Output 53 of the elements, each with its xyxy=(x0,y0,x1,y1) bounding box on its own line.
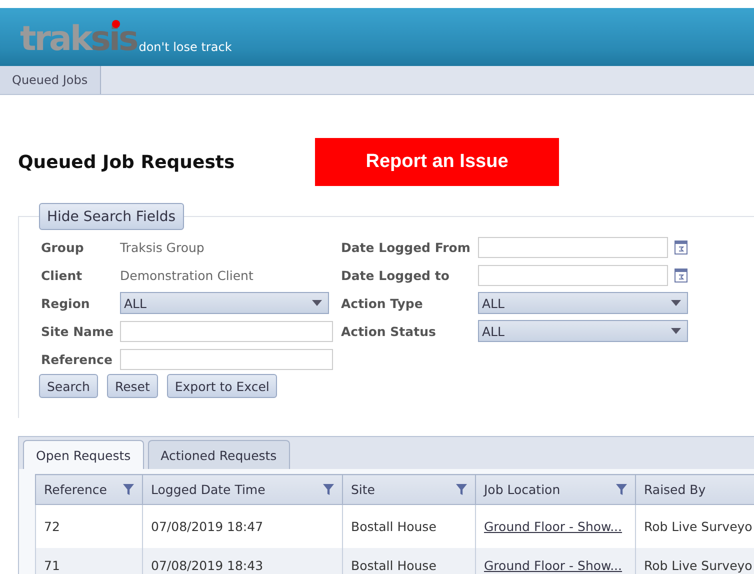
field-value: Traksis Group xyxy=(120,240,204,254)
table-cell: 07/08/2019 18:43 xyxy=(142,548,342,574)
calendar-icon[interactable] xyxy=(674,239,688,255)
field-value: Demonstration Client xyxy=(120,268,254,282)
column-header[interactable]: Logged Date Time xyxy=(142,474,342,504)
page-title: Queued Job Requests xyxy=(18,152,236,172)
column-header[interactable]: Job Location xyxy=(476,474,636,504)
toggle-button[interactable]: Hide Search Fields xyxy=(39,203,184,230)
dropdown[interactable]: ALL xyxy=(120,292,329,314)
input-field[interactable] xyxy=(120,348,333,370)
caret-icon xyxy=(671,328,681,334)
action-button[interactable]: Reset xyxy=(106,374,158,398)
table-cell: Bostall House xyxy=(342,548,476,574)
date-field[interactable] xyxy=(478,236,668,258)
table-cell: Rob Live Surveyo xyxy=(636,548,754,574)
input-field[interactable] xyxy=(120,320,333,342)
column-header[interactable]: Reference xyxy=(36,474,142,504)
location-link[interactable]: Ground Floor - Show... xyxy=(484,558,622,572)
caret-icon xyxy=(312,300,322,306)
action-button[interactable]: Search xyxy=(39,374,98,398)
location-link[interactable]: Ground Floor - Show... xyxy=(484,518,622,534)
action-button[interactable]: Export to Excel xyxy=(166,374,278,398)
logo: traksis xyxy=(20,22,137,56)
tagline: don't lose track xyxy=(138,40,232,54)
tab[interactable]: Actioned Requests xyxy=(148,440,290,469)
field-label: Action Status xyxy=(341,324,437,338)
field-label: Client xyxy=(41,268,84,282)
table-cell: 71 xyxy=(36,548,142,574)
date-field[interactable] xyxy=(478,264,668,286)
field-label: Group xyxy=(41,240,85,254)
table-cell: Rob Live Surveyo xyxy=(636,504,754,548)
filter-icon[interactable] xyxy=(123,484,134,495)
nav-tab[interactable]: Queued Jobs xyxy=(0,66,101,94)
field-label: Reference xyxy=(41,352,114,366)
tab[interactable]: Open Requests xyxy=(23,440,144,469)
dropdown[interactable]: ALL xyxy=(478,292,688,314)
table-cell: 07/08/2019 18:47 xyxy=(142,504,342,548)
report-button[interactable]: Report an Issue xyxy=(315,138,559,186)
table-cell: Bostall House xyxy=(342,504,476,548)
column-header[interactable]: Site xyxy=(342,474,476,504)
column-header[interactable]: Raised By xyxy=(636,474,754,504)
field-label: Action Type xyxy=(341,296,424,310)
filter-icon[interactable] xyxy=(616,484,627,495)
calendar-icon[interactable] xyxy=(674,267,688,283)
filter-icon[interactable] xyxy=(323,484,334,495)
filter-icon[interactable] xyxy=(456,484,467,495)
dropdown[interactable]: ALL xyxy=(478,320,688,342)
table-cell: 72 xyxy=(36,504,142,548)
caret-icon xyxy=(671,300,681,306)
field-label: Date Logged From xyxy=(341,240,472,254)
field-label: Date Logged to xyxy=(341,268,450,282)
field-label: Site Name xyxy=(41,324,114,338)
field-label: Region xyxy=(41,296,91,310)
